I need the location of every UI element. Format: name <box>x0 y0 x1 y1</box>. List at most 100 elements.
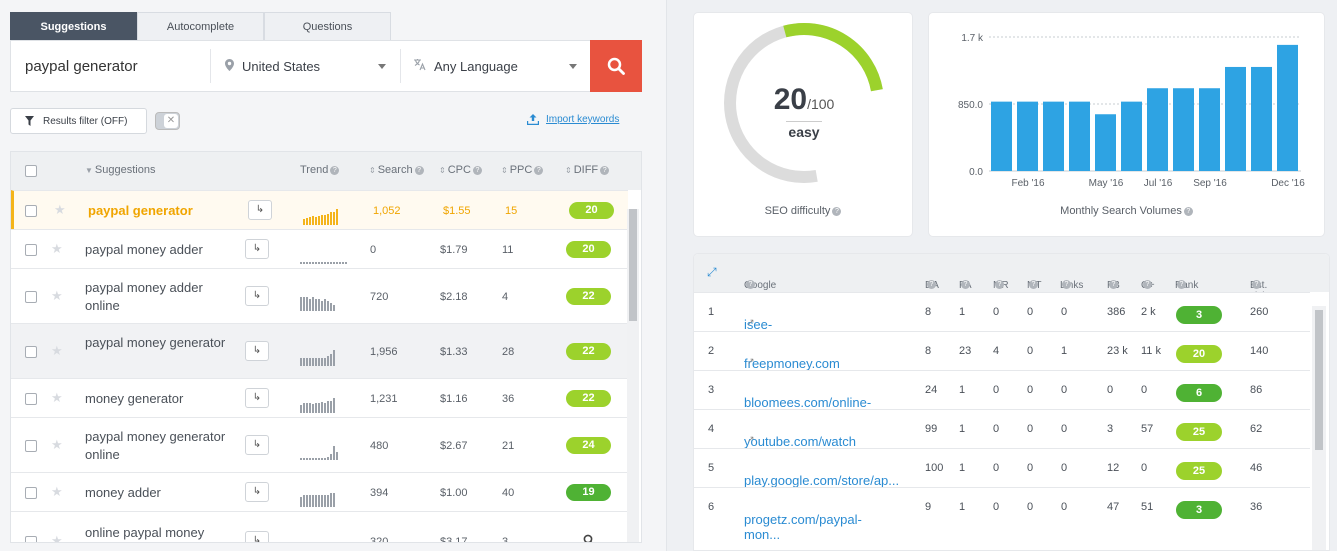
serp-row[interactable]: 6 progetz.com/paypal-mon... 9 1 0 0 0 47 51 3 36 <box>694 487 1310 542</box>
star-icon[interactable]: ★ <box>51 484 63 500</box>
star-icon[interactable]: ★ <box>51 533 63 542</box>
trend-bar <box>315 494 317 507</box>
row-checkbox[interactable] <box>25 439 37 452</box>
keyword-text[interactable]: money adder <box>85 484 235 502</box>
external-link-icon[interactable]: ↗ <box>747 317 755 328</box>
external-link-icon[interactable]: ↗ <box>747 434 755 445</box>
table-row[interactable]: ★ online paypal money ↳ 320 $3.17 3 <box>11 511 628 542</box>
tab-suggestions[interactable]: Suggestions <box>10 12 137 40</box>
keyword-text[interactable]: online paypal money <box>85 524 235 542</box>
import-keywords-link[interactable]: Import keywords <box>527 114 619 125</box>
drill-down-button[interactable]: ↳ <box>245 387 269 408</box>
col-suggestions[interactable]: ▼ Suggestions <box>85 164 155 176</box>
trend-bar <box>336 208 338 225</box>
drill-down-button[interactable]: ↳ <box>245 238 269 259</box>
col-cpc[interactable]: ⇕ CPC? <box>439 164 482 176</box>
serp-fb: 47 <box>1107 501 1120 513</box>
location-select[interactable]: United States <box>211 49 401 83</box>
language-select[interactable]: Any Language <box>401 49 591 83</box>
star-icon[interactable]: ★ <box>51 390 63 406</box>
scrollbar-thumb[interactable] <box>629 209 637 321</box>
trend-bar <box>327 494 329 507</box>
drill-down-button[interactable]: ↳ <box>245 285 269 306</box>
results-filter-button[interactable]: Results filter (OFF) <box>10 108 147 134</box>
trend-bar <box>333 349 335 366</box>
keyword-text[interactable]: paypal money adder <box>85 241 235 259</box>
row-checkbox[interactable] <box>25 290 37 303</box>
help-icon: ? <box>1177 280 1186 289</box>
trend-bar <box>303 296 305 311</box>
search-button[interactable] <box>590 40 642 92</box>
filter-toggle[interactable]: ✕ <box>155 112 180 130</box>
table-row[interactable]: ★ paypal money adder ↳ 0 $1.79 11 20 <box>11 229 628 268</box>
table-row[interactable]: ★ money adder ↳ 394 $1.00 40 19 <box>11 472 628 511</box>
row-checkbox[interactable] <box>25 243 37 256</box>
table-row[interactable]: ★ paypal money adder online ↳ 720 $2.18 4 22 <box>11 268 628 323</box>
search-icon[interactable] <box>583 534 595 542</box>
row-checkbox[interactable] <box>25 204 37 217</box>
language-value: Any Language <box>434 58 518 74</box>
row-checkbox[interactable] <box>25 345 37 358</box>
drill-down-button[interactable]: ↳ <box>245 481 269 502</box>
star-icon[interactable]: ★ <box>51 437 63 453</box>
serp-gplus: 2 k <box>1141 306 1156 318</box>
serp-row[interactable]: 1isee-apps.com↗810003862 k3260 <box>694 292 1310 347</box>
trend-bar <box>300 261 302 264</box>
col-diff[interactable]: ⇕ DIFF? <box>565 164 610 176</box>
help-icon: ? <box>961 280 970 289</box>
row-checkbox[interactable] <box>25 486 37 499</box>
serp-position: 2 <box>708 345 715 357</box>
scrollbar-thumb[interactable] <box>1315 310 1323 450</box>
star-icon[interactable]: ★ <box>51 343 63 359</box>
star-icon[interactable]: ★ <box>54 202 66 218</box>
star-icon[interactable]: ★ <box>51 241 63 257</box>
rank-badge: 25 <box>1176 462 1222 480</box>
tab-questions[interactable]: Questions <box>264 12 391 40</box>
keyword-text[interactable]: paypal generator <box>88 202 238 220</box>
serp-row[interactable]: 3bloomees.com/online-pa...24100000686 <box>694 370 1310 425</box>
external-link-icon[interactable]: ↗ <box>747 356 755 367</box>
row-checkbox[interactable] <box>25 536 37 542</box>
trend-bar <box>315 216 317 225</box>
serp-row[interactable]: 4 youtube.com/watch ↗ 99 1 0 0 0 3 57 25 62 <box>694 409 1310 449</box>
table-scrollbar[interactable] <box>627 209 639 542</box>
table-row[interactable]: ★ paypal generator ↳ 1,052 $1.55 15 20 <box>11 190 628 229</box>
star-icon[interactable]: ★ <box>51 288 63 304</box>
keyword-text[interactable]: paypal money generator <box>85 334 235 352</box>
search-volume: 720 <box>370 290 389 303</box>
keyword-text[interactable]: money generator <box>85 390 235 408</box>
help-icon[interactable]: ? <box>1183 207 1193 216</box>
tab-autocomplete[interactable]: Autocomplete <box>137 12 264 40</box>
col-trend[interactable]: Trend? <box>300 164 340 176</box>
drill-down-button[interactable]: ↳ <box>245 340 269 361</box>
drill-down-button[interactable]: ↳ <box>245 531 269 542</box>
serp-row[interactable]: 5 play.google.com/store/ap... 100 1 0 0 0 12 0 25… <box>694 448 1310 488</box>
table-row[interactable]: ★ paypal money generator online ↳ 480 $2.67 2… <box>11 417 628 472</box>
table-row[interactable]: ★ paypal money generator ↳ 1,956 $1.33 28 22 <box>11 323 628 378</box>
serp-links: 0 <box>1061 384 1068 396</box>
serp-pa: 1 <box>959 462 966 474</box>
keyword-input[interactable]: paypal generator <box>11 49 211 83</box>
serp-mt: 0 <box>1027 345 1034 357</box>
expand-icon[interactable]: ⤢ <box>707 265 717 280</box>
col-search[interactable]: ⇕ Search? <box>369 164 424 176</box>
keyword-text[interactable]: paypal money adder online <box>85 279 235 315</box>
ppc-value: 11 <box>502 243 514 256</box>
help-icon: ? <box>1029 280 1038 289</box>
drill-down-button[interactable]: ↳ <box>248 199 272 220</box>
col-ppc[interactable]: ⇕ PPC? <box>501 164 544 176</box>
help-icon[interactable]: ? <box>832 207 842 216</box>
keyword-text[interactable]: paypal money generator online <box>85 428 235 464</box>
trend-bar <box>318 402 320 413</box>
row-checkbox[interactable] <box>25 392 37 405</box>
table-row[interactable]: ★ money generator ↳ 1,231 $1.16 36 22 <box>11 378 628 417</box>
drill-down-button[interactable]: ↳ <box>245 434 269 455</box>
serp-fb: 3 <box>1107 423 1114 435</box>
trend-bar <box>306 494 308 507</box>
help-icon: ? <box>330 166 340 175</box>
sort-icon: ⇕ <box>369 166 376 175</box>
serp-row[interactable]: 2 freepmoney.com ↗ 8 23 4 0 1 23 k 11 k 20 140 <box>694 331 1310 371</box>
select-all-checkbox[interactable] <box>25 165 37 177</box>
trend-bar <box>333 445 335 460</box>
serp-scrollbar[interactable] <box>1312 306 1326 550</box>
